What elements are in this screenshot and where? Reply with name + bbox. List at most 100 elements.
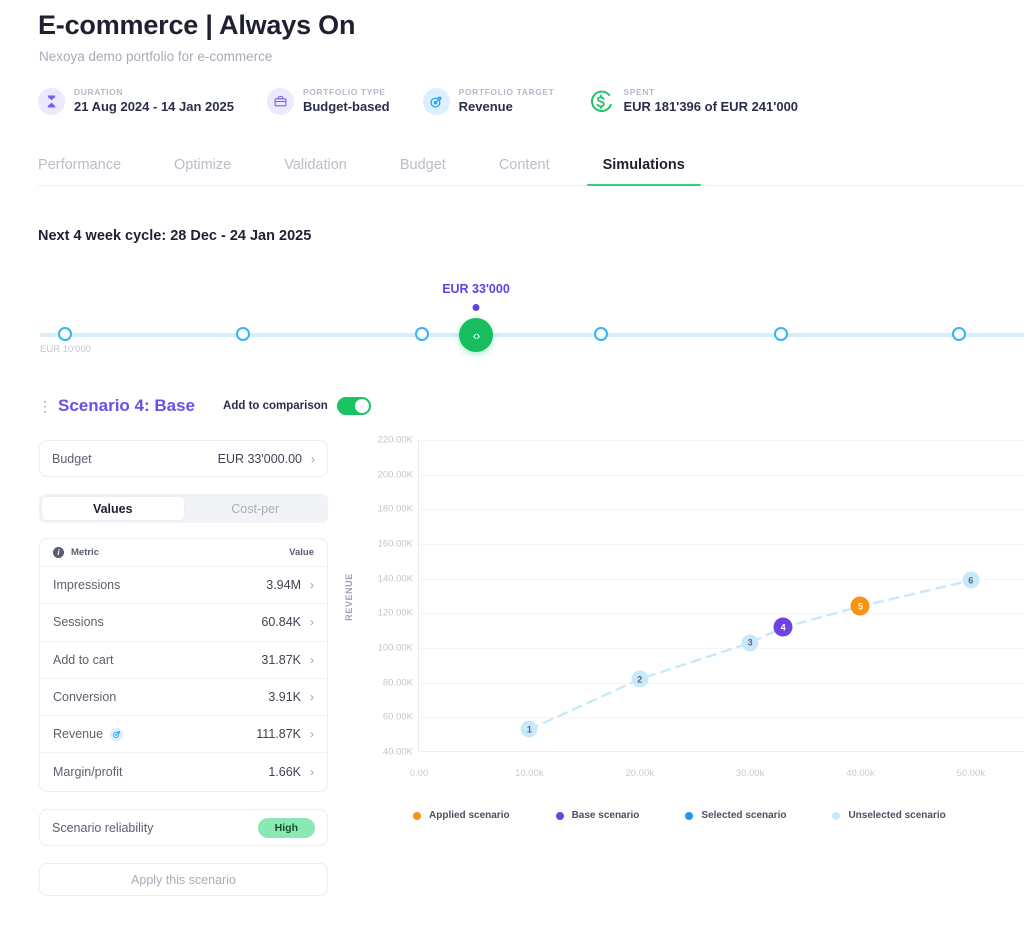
legend-item[interactable]: Base scenario bbox=[555, 810, 640, 821]
add-to-comparison-toggle[interactable] bbox=[336, 397, 371, 415]
status-badge: High bbox=[257, 817, 315, 838]
legend-item[interactable]: Selected scenario bbox=[685, 810, 786, 821]
legend-label: Applied scenario bbox=[429, 810, 510, 821]
chart-point-3[interactable]: 3 bbox=[741, 634, 759, 652]
scenario-header: ⋮ Scenario 4: Base Add to comparison bbox=[38, 396, 371, 416]
stat-label: SPENT bbox=[623, 87, 655, 98]
portfolio-stats: DURATION 21 Aug 2024 - 14 Jan 2025 PORTF… bbox=[38, 87, 831, 115]
slider-handle[interactable]: ‹› bbox=[459, 318, 493, 352]
scenario-name: Scenario 4: Base bbox=[58, 396, 196, 415]
tab-validation[interactable]: Validation bbox=[284, 157, 347, 185]
slider-mark-4[interactable] bbox=[594, 327, 608, 341]
legend-item[interactable]: Applied scenario bbox=[413, 810, 510, 821]
simulation-scatter-chart: REVENUE 40.00K 60.00K 80.00K 100.00K 120.00K… bbox=[344, 432, 1024, 837]
y-axis-tick: 180.00K bbox=[377, 503, 413, 515]
scenario-menu-icon[interactable]: ⋮ bbox=[38, 399, 52, 413]
y-axis-tick: 160.00K bbox=[377, 538, 413, 550]
table-row[interactable]: Revenue 111.87K › bbox=[40, 716, 327, 754]
metric-name: Conversion bbox=[53, 690, 117, 705]
chevron-right-icon: › bbox=[310, 615, 314, 630]
y-axis-tick: 60.00K bbox=[382, 711, 413, 723]
stat-portfolio-target: PORTFOLIO TARGET Revenue bbox=[422, 87, 555, 115]
metric-value: 60.84K bbox=[261, 615, 301, 630]
portfolio-target-icon bbox=[110, 727, 124, 741]
chart-point-6[interactable]: 6 bbox=[962, 571, 980, 589]
budget-card[interactable]: Budget EUR 33'000.00 › bbox=[39, 440, 328, 477]
x-axis-tick: 30.00k bbox=[735, 768, 765, 779]
table-row[interactable]: Impressions 3.94M › bbox=[40, 567, 327, 605]
table-row[interactable]: Margin/profit 1.66K › bbox=[40, 753, 327, 790]
metric-value: 3.91K bbox=[268, 690, 301, 705]
info-icon[interactable]: i bbox=[53, 547, 64, 558]
budget-label: Budget bbox=[52, 451, 92, 466]
tab-cost-per[interactable]: Cost-per bbox=[185, 496, 327, 521]
metric-name: Add to cart bbox=[53, 652, 114, 667]
metric-value: 1.66K bbox=[268, 765, 301, 780]
tab-values[interactable]: Values bbox=[41, 496, 185, 521]
chart-point-2[interactable]: 2 bbox=[631, 670, 649, 688]
metric-name: Revenue bbox=[53, 727, 104, 742]
page-subtitle: Nexoya demo portfolio for e-commerce bbox=[39, 49, 273, 64]
chart-point-5[interactable]: 5 bbox=[850, 596, 870, 616]
table-row[interactable]: Sessions 60.84K › bbox=[40, 604, 327, 642]
metric-value: 31.87K bbox=[261, 652, 301, 667]
dollar-circle-icon bbox=[587, 88, 615, 115]
y-axis-label: REVENUE bbox=[344, 573, 354, 621]
budget-value: EUR 33'000.00 bbox=[217, 451, 302, 466]
hourglass-icon bbox=[38, 88, 65, 115]
x-axis-tick: 10.00k bbox=[515, 768, 544, 779]
y-axis-tick: 100.00K bbox=[377, 642, 413, 654]
stat-label: PORTFOLIO TYPE bbox=[302, 87, 386, 98]
scenario-reliability-card: Scenario reliability High bbox=[39, 809, 328, 846]
legend-dot bbox=[413, 811, 421, 820]
tab-budget[interactable]: Budget bbox=[400, 157, 446, 185]
chevron-right-icon: › bbox=[310, 652, 314, 667]
table-row[interactable]: Conversion 3.91K › bbox=[40, 679, 327, 717]
simulations-page: E-commerce | Always On Nexoya demo portf… bbox=[0, 0, 1024, 927]
stat-value: 21 Aug 2024 - 14 Jan 2025 bbox=[74, 98, 234, 114]
y-axis-tick: 80.00K bbox=[382, 677, 413, 689]
table-row[interactable]: Add to cart 31.87K › bbox=[40, 642, 327, 679]
chevron-right-icon: › bbox=[310, 690, 314, 705]
y-axis-tick: 40.00K bbox=[382, 746, 413, 758]
tab-simulations[interactable]: Simulations bbox=[586, 157, 702, 186]
add-to-comparison-label: Add to comparison bbox=[223, 400, 328, 412]
stat-value: EUR 181'396 of EUR 241'000 bbox=[623, 98, 799, 114]
legend-item[interactable]: Unselected scenario bbox=[832, 810, 946, 821]
metric-value: 3.94M bbox=[266, 578, 301, 593]
slider-min-label: EUR 10'000 bbox=[40, 344, 91, 355]
legend-dot bbox=[832, 811, 841, 820]
x-axis-tick: 40.00k bbox=[846, 768, 875, 779]
slider-mark-5[interactable] bbox=[774, 327, 788, 341]
slider-mark-6[interactable] bbox=[952, 327, 966, 341]
metric-value: 111.87K bbox=[256, 727, 301, 742]
slider-value-dot bbox=[472, 304, 480, 311]
slider-mark-3[interactable] bbox=[415, 327, 429, 341]
legend-label: Unselected scenario bbox=[848, 810, 946, 821]
legend-label: Base scenario bbox=[571, 810, 640, 821]
tab-content[interactable]: Content bbox=[499, 157, 550, 185]
stat-spent: SPENT EUR 181'396 of EUR 241'000 bbox=[587, 87, 799, 115]
chart-plot-area: 40.00K 60.00K 80.00K 100.00K 120.00K 140.00K 1… bbox=[378, 435, 1024, 779]
stat-duration: DURATION 21 Aug 2024 - 14 Jan 2025 bbox=[38, 87, 234, 115]
y-axis-tick: 120.00K bbox=[377, 607, 413, 619]
slider-track[interactable] bbox=[40, 333, 1024, 337]
slider-mark-1[interactable] bbox=[58, 327, 72, 341]
y-axis-tick: 200.00K bbox=[377, 469, 413, 481]
slider-mark-2[interactable] bbox=[236, 327, 250, 341]
tab-performance[interactable]: Performance bbox=[38, 157, 121, 185]
x-axis-tick: 0.00 bbox=[409, 768, 429, 779]
chart-point-1[interactable]: 1 bbox=[520, 720, 538, 738]
budget-slider[interactable]: EUR 33'000 ‹› EUR 10'000 bbox=[0, 280, 1024, 360]
chart-point-4[interactable]: 4 bbox=[773, 617, 793, 637]
cycle-heading: Next 4 week cycle: 28 Dec - 24 Jan 2025 bbox=[38, 228, 312, 244]
metric-name-wrap: Revenue bbox=[53, 727, 124, 742]
chevron-right-icon: › bbox=[310, 727, 314, 742]
column-header-metric: Metric bbox=[71, 547, 99, 558]
stat-portfolio-type: PORTFOLIO TYPE Budget-based bbox=[266, 87, 390, 115]
tab-optimize[interactable]: Optimize bbox=[174, 157, 231, 185]
apply-scenario-button[interactable]: Apply this scenario bbox=[39, 863, 328, 896]
stat-label: PORTFOLIO TARGET bbox=[458, 87, 555, 98]
main-tabs: Performance Optimize Validation Budget C… bbox=[38, 157, 1024, 186]
metrics-table: i Metric Value Impressions 3.94M › Sessi… bbox=[39, 538, 328, 792]
